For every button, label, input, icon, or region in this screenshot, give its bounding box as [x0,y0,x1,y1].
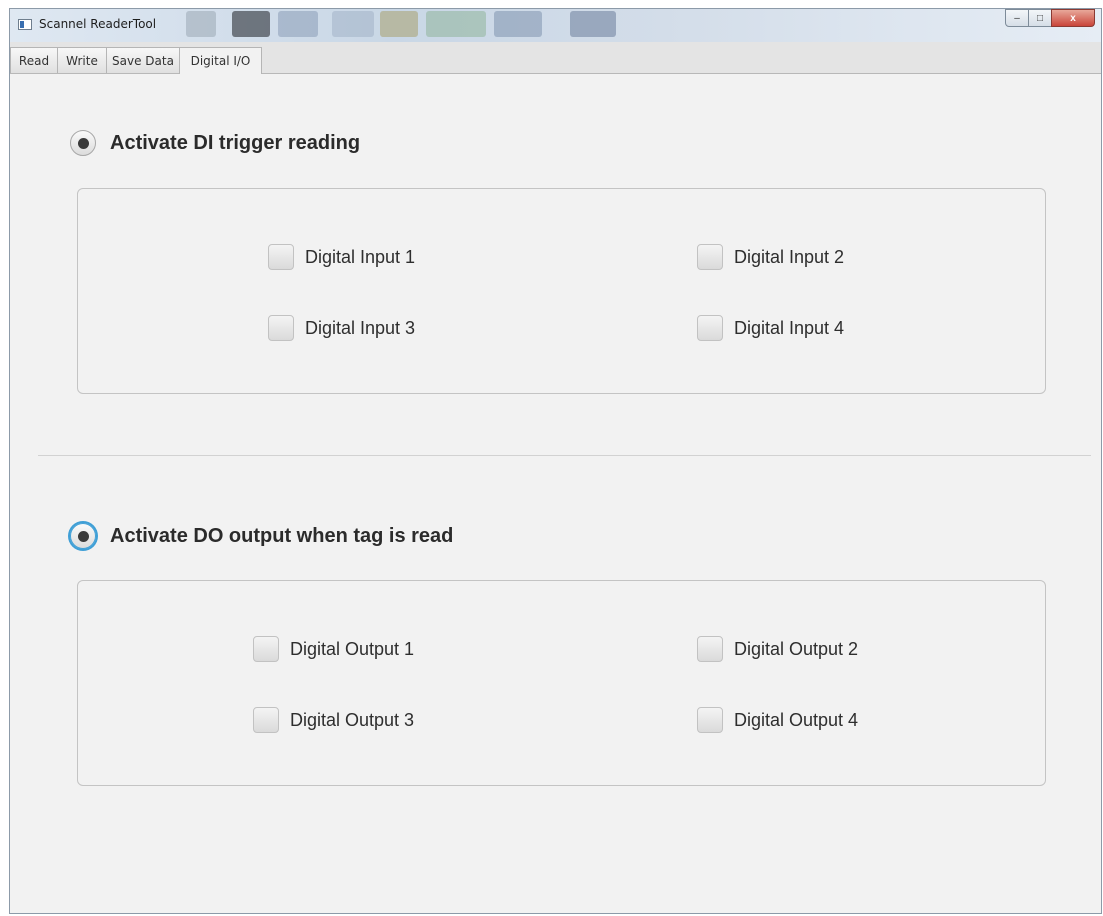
caption-buttons: – □ x [1005,9,1095,29]
tab-read[interactable]: Read [10,47,58,73]
tab-save-data[interactable]: Save Data [106,47,180,73]
digital-output-1-label: Digital Output 1 [290,638,415,659]
radio-selected-dot [77,137,89,149]
digital-output-3-checkbox[interactable] [253,707,279,733]
digital-output-2[interactable]: Digital Output 2 [697,636,858,662]
section-divider [38,455,1091,456]
digital-output-4[interactable]: Digital Output 4 [697,707,858,733]
taskbar-thumbnail-blur [426,11,486,37]
taskbar-thumbnail-blur [380,11,418,37]
digital-input-2-checkbox[interactable] [697,244,723,270]
digital-input-4-checkbox[interactable] [697,315,723,341]
digital-input-1-checkbox[interactable] [268,244,294,270]
digital-output-group: Digital Output 1 Digital Output 2 Digita… [77,580,1046,786]
do-output-label: Activate DO output when tag is read [110,524,454,547]
digital-input-2[interactable]: Digital Input 2 [697,244,844,270]
digital-output-1[interactable]: Digital Output 1 [253,636,414,662]
taskbar-thumbnail-blur [232,11,270,37]
taskbar-thumbnail-blur [278,11,318,37]
maximize-button[interactable]: □ [1028,9,1052,27]
digital-output-3[interactable]: Digital Output 3 [253,707,414,733]
do-output-radio[interactable] [70,523,96,549]
digital-output-2-label: Digital Output 2 [734,638,859,659]
window-title: Scannel ReaderTool [39,17,157,31]
tab-bar: Read Write Save Data Digital I/O [10,42,1101,74]
digital-output-1-checkbox[interactable] [253,636,279,662]
digital-input-3[interactable]: Digital Input 3 [268,315,415,341]
digital-output-4-label: Digital Output 4 [734,709,859,730]
app-icon [18,19,32,30]
radio-selected-dot [77,530,89,542]
taskbar-thumbnail-blur [570,11,616,37]
digital-input-2-label: Digital Input 2 [734,246,845,267]
taskbar-thumbnail-blur [494,11,542,37]
do-output-radio-row[interactable]: Activate DO output when tag is read [70,523,453,549]
tab-digital-io[interactable]: Digital I/O [179,47,262,74]
digital-input-3-label: Digital Input 3 [305,317,416,338]
app-window: Scannel ReaderTool – □ x Read Write Save… [9,8,1102,914]
tab-write[interactable]: Write [57,47,107,73]
digital-input-4[interactable]: Digital Input 4 [697,315,844,341]
digital-output-2-checkbox[interactable] [697,636,723,662]
digital-output-3-label: Digital Output 3 [290,709,415,730]
digital-input-group: Digital Input 1 Digital Input 2 Digital … [77,188,1046,394]
taskbar-thumbnail-blur [332,11,374,37]
digital-input-4-label: Digital Input 4 [734,317,845,338]
taskbar-thumbnail-blur [186,11,216,37]
di-trigger-radio-row[interactable]: Activate DI trigger reading [70,130,360,156]
title-bar[interactable]: Scannel ReaderTool – □ x [10,9,1101,43]
close-button[interactable]: x [1051,9,1095,27]
digital-input-1-label: Digital Input 1 [305,246,416,267]
digital-input-3-checkbox[interactable] [268,315,294,341]
di-trigger-radio[interactable] [70,130,96,156]
di-trigger-label: Activate DI trigger reading [110,131,361,154]
minimize-button[interactable]: – [1005,9,1029,27]
digital-input-1[interactable]: Digital Input 1 [268,244,415,270]
digital-output-4-checkbox[interactable] [697,707,723,733]
